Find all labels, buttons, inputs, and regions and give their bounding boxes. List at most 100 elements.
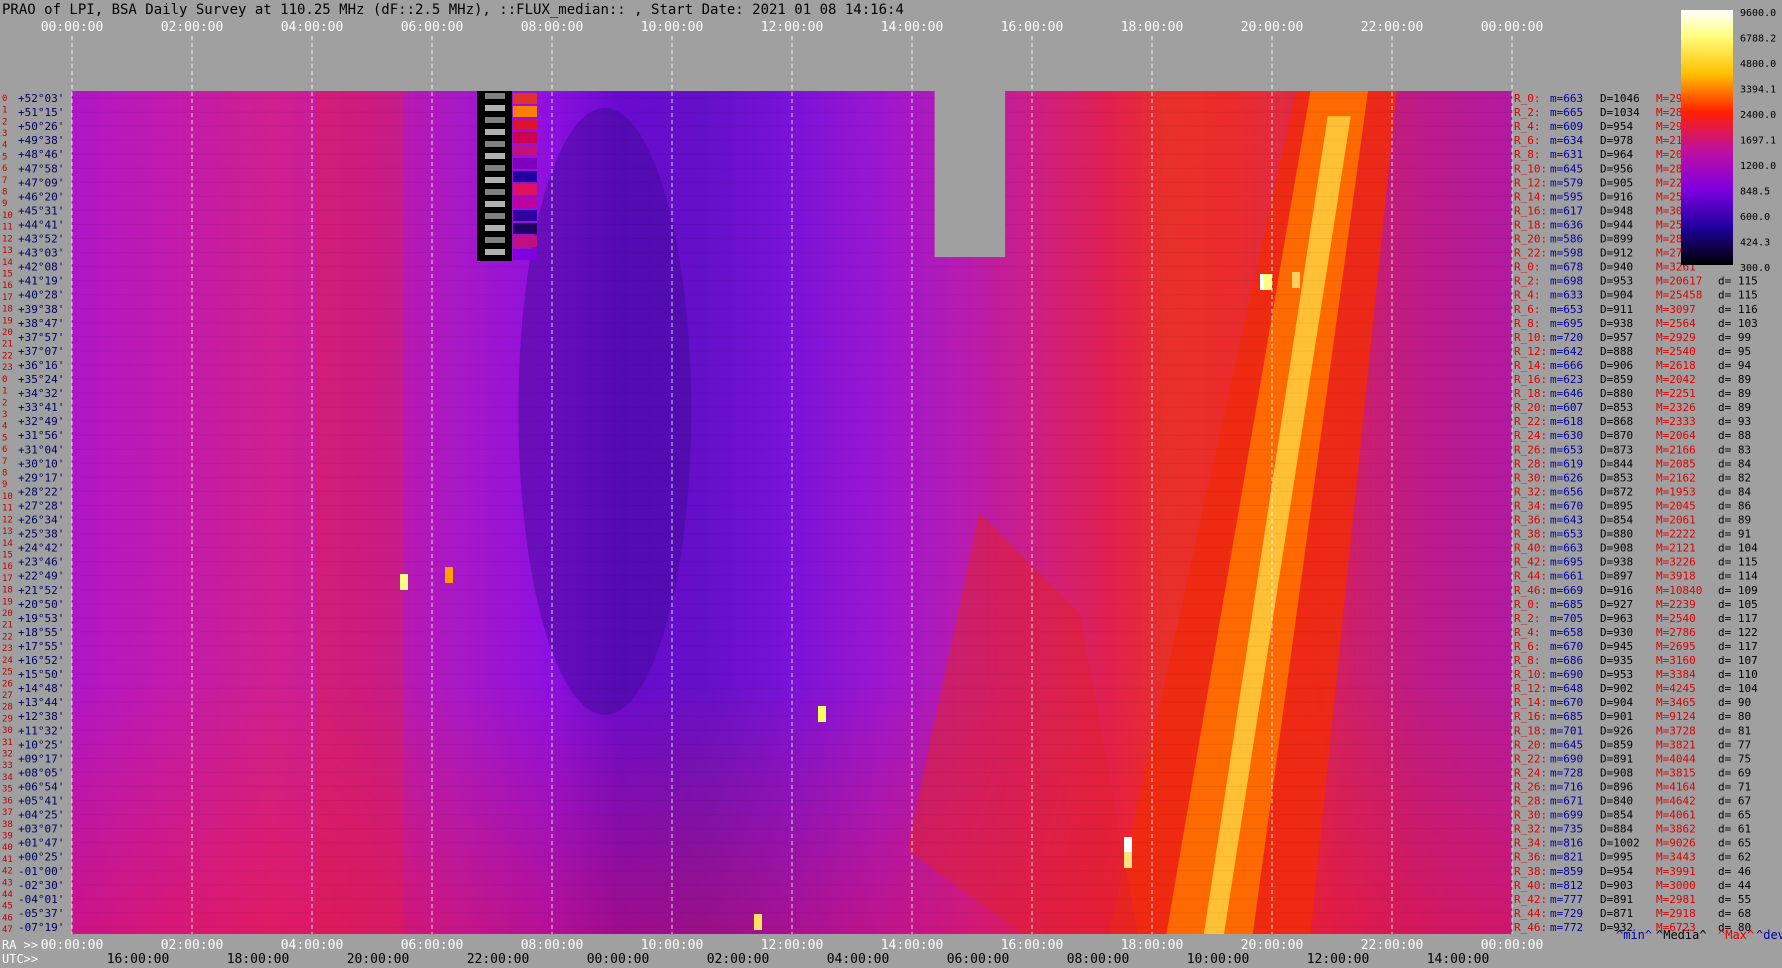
stat-deviation: d= 93: [1718, 415, 1751, 428]
stat-row-label: R_10:: [1514, 668, 1547, 681]
stat-median: D=873: [1600, 443, 1633, 456]
stat-deviation: d= 105: [1718, 598, 1758, 611]
stat-min: m=661: [1550, 570, 1583, 583]
declination-label: +00°25': [18, 851, 64, 864]
stat-row-label: R_12:: [1514, 345, 1547, 358]
stat-max: M=4642: [1656, 795, 1696, 808]
row-number-label: 3: [2, 410, 7, 420]
stat-row-label: R_4:: [1514, 626, 1541, 639]
row-number-label: 47: [2, 925, 13, 935]
stat-max: M=4164: [1656, 780, 1696, 793]
stat-max: M=3728: [1656, 724, 1696, 737]
stat-min: m=670: [1550, 696, 1583, 709]
stat-row-label: R_34:: [1514, 499, 1547, 512]
row-number-label: 22: [2, 632, 13, 642]
stat-row-label: R_0:: [1514, 92, 1541, 105]
stat-max: M=2981: [1656, 893, 1696, 906]
row-number-label: 12: [2, 515, 13, 525]
stat-median: D=870: [1600, 429, 1633, 442]
x-top-tick-label: 04:00:00: [281, 20, 344, 35]
stat-row-label: R_30:: [1514, 471, 1547, 484]
stat-median: D=916: [1600, 190, 1633, 203]
stat-max: M=9124: [1656, 710, 1696, 723]
stat-row-label: R_8:: [1514, 654, 1541, 667]
declination-label: +33°41': [18, 401, 64, 414]
stat-median: D=911: [1600, 303, 1633, 316]
stat-deviation: d= 89: [1718, 401, 1751, 414]
stat-median: D=859: [1600, 738, 1633, 751]
stat-row-label: R_4:: [1514, 120, 1541, 133]
calibration-bar: [513, 119, 537, 130]
row-number-label: 7: [2, 176, 7, 186]
utc-tick-label: 06:00:00: [947, 952, 1010, 967]
row-number-label: 16: [2, 281, 13, 291]
stat-row-label: R_36:: [1514, 851, 1547, 864]
stat-min: m=656: [1550, 485, 1583, 498]
row-number-label: 10: [2, 211, 13, 221]
calibration-bar: [485, 177, 505, 183]
calibration-bar: [513, 158, 537, 169]
utc-tick-label: 00:00:00: [587, 952, 650, 967]
utc-tick-label: 22:00:00: [467, 952, 530, 967]
stat-deviation: d= 69: [1718, 766, 1751, 779]
calibration-bar: [513, 132, 537, 143]
row-number-label: 3: [2, 129, 7, 139]
stat-min: m=634: [1550, 134, 1583, 147]
row-number-label: 7: [2, 457, 7, 467]
stat-row-label: R_44:: [1514, 907, 1547, 920]
x-top-tick-label: 12:00:00: [761, 20, 824, 35]
stat-median: D=868: [1600, 415, 1633, 428]
stat-row-label: R_16:: [1514, 373, 1547, 386]
stat-median: D=904: [1600, 696, 1633, 709]
stat-median: D=916: [1600, 584, 1633, 597]
declination-label: +48°46': [18, 148, 64, 161]
stat-min: m=607: [1550, 401, 1583, 414]
stat-max: M=3862: [1656, 823, 1696, 836]
calibration-bar: [485, 165, 505, 171]
ra-tick-label: 02:00:00: [161, 938, 224, 953]
stat-min: m=645: [1550, 162, 1583, 175]
stat-min: m=812: [1550, 879, 1583, 892]
color-scale-label: 848.5: [1740, 187, 1770, 198]
stat-deviation: d= 115: [1718, 275, 1758, 288]
stat-row-label: R_0:: [1514, 261, 1541, 274]
stat-deviation: d= 67: [1718, 795, 1751, 808]
x-top-tick-label: 16:00:00: [1001, 20, 1064, 35]
stat-row-label: R_26:: [1514, 780, 1547, 793]
color-scale-label: 4800.0: [1740, 59, 1776, 70]
declination-label: +31°04': [18, 443, 64, 456]
stat-median: D=963: [1600, 612, 1633, 625]
stat-max: M=4044: [1656, 752, 1696, 765]
legend-devia: ^devia^: [1756, 928, 1782, 942]
stat-min: m=636: [1550, 218, 1583, 231]
stat-median: D=880: [1600, 387, 1633, 400]
utc-tick-label: 04:00:00: [827, 952, 890, 967]
stat-row-label: R_8:: [1514, 148, 1541, 161]
declination-label: +31°56': [18, 429, 64, 442]
stat-median: D=902: [1600, 682, 1633, 695]
stat-max: M=2564: [1656, 317, 1696, 330]
stat-min: m=653: [1550, 443, 1583, 456]
stat-row-label: R_6:: [1514, 303, 1541, 316]
heatmap-point-source: [1124, 837, 1132, 853]
calibration-bar: [485, 153, 505, 159]
stat-median: D=1034: [1600, 106, 1640, 119]
x-top-tick-label: 20:00:00: [1241, 20, 1304, 35]
stat-median: D=954: [1600, 120, 1633, 133]
stat-median: D=844: [1600, 457, 1633, 470]
heatmap-point-source: [1292, 272, 1300, 288]
stat-min: m=821: [1550, 851, 1583, 864]
stat-min: m=617: [1550, 204, 1583, 217]
declination-label: -04°01': [18, 893, 64, 906]
stat-max: M=3991: [1656, 865, 1696, 878]
ra-tick-label: 10:00:00: [641, 938, 704, 953]
stat-min: m=666: [1550, 359, 1583, 372]
stat-deviation: d= 82: [1718, 471, 1751, 484]
row-number-label: 10: [2, 492, 13, 502]
row-number-label: 20: [2, 609, 13, 619]
color-scale-label: 3394.1: [1740, 85, 1776, 96]
stat-deviation: d= 89: [1718, 387, 1751, 400]
row-number-label: 2: [2, 398, 7, 408]
calibration-bar: [513, 93, 537, 104]
declination-label: +50°26': [18, 120, 64, 133]
